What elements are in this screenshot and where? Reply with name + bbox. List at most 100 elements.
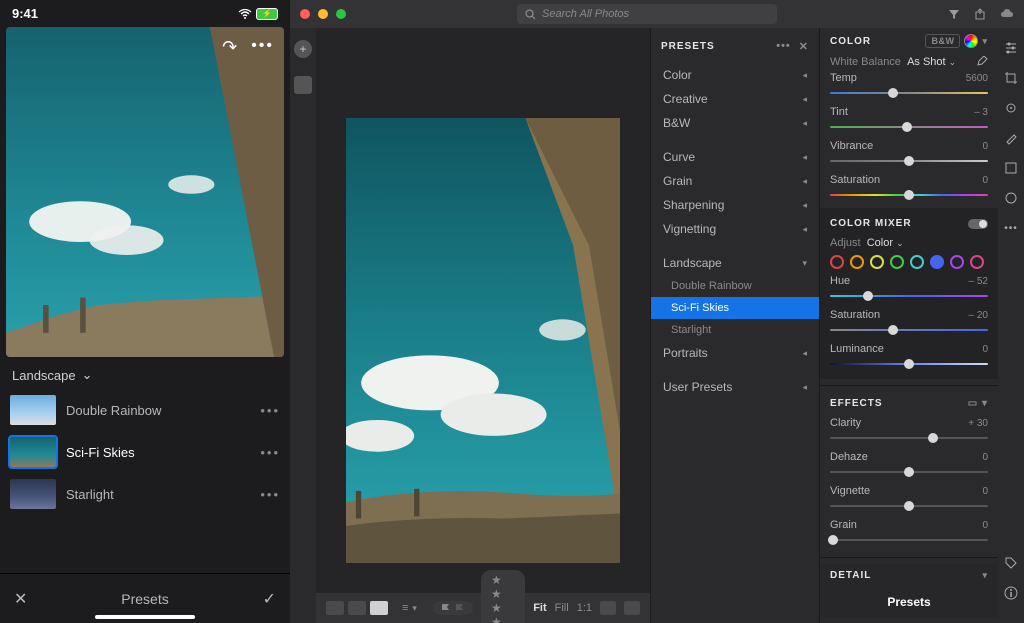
preset-starlight[interactable]: Starlight [651, 319, 819, 341]
window-zoom-icon[interactable] [336, 9, 346, 19]
tag-icon[interactable] [1003, 555, 1019, 571]
compare-button[interactable] [624, 601, 640, 615]
square-view-button[interactable] [348, 601, 366, 615]
dehaze-slider[interactable] [830, 465, 988, 479]
color-chip[interactable] [964, 34, 978, 48]
fill-button[interactable]: Fill [555, 602, 569, 614]
tint-slider[interactable] [830, 120, 988, 134]
swatch-aqua[interactable] [910, 255, 924, 269]
canvas-photo[interactable] [346, 118, 620, 563]
mix-sat-slider[interactable] [830, 323, 988, 337]
saturation-slider[interactable] [830, 188, 988, 202]
swatch-red[interactable] [830, 255, 844, 269]
radial-gradient-icon[interactable] [1003, 190, 1019, 206]
window-close-icon[interactable] [300, 9, 310, 19]
preset-group-curve[interactable]: Curve◂ [651, 145, 819, 169]
mobile-preset-list: Double Rainbow ••• Sci-Fi Skies ••• Star… [0, 389, 290, 573]
wb-value[interactable]: As Shot [907, 56, 946, 68]
mixer-toggle[interactable] [968, 219, 988, 229]
one-to-one-button[interactable]: 1:1 [577, 602, 592, 614]
swatch-blue[interactable] [930, 255, 944, 269]
preset-group-portraits[interactable]: Portraits◂ [651, 341, 819, 365]
clarity-slider[interactable] [830, 431, 988, 445]
search-icon [525, 9, 536, 20]
crop-icon[interactable] [1003, 70, 1019, 86]
mobile-photo-preview[interactable]: ↷ ••• [6, 27, 284, 357]
fit-button[interactable]: Fit [533, 602, 546, 614]
vibrance-slider[interactable] [830, 154, 988, 168]
cloud-icon[interactable] [1000, 9, 1014, 19]
vignette-slider[interactable] [830, 499, 988, 513]
sliders-icon[interactable] [1003, 40, 1019, 56]
linear-gradient-icon[interactable] [1003, 160, 1019, 176]
close-icon[interactable]: ✕ [14, 589, 27, 609]
chevron-down-icon[interactable]: ▾ [982, 570, 988, 581]
adjust-value[interactable]: Color [867, 237, 893, 249]
preset-group-color[interactable]: Color◂ [651, 63, 819, 87]
preset-more-icon[interactable]: ••• [260, 445, 280, 460]
preset-sci-fi-skies[interactable]: Sci-Fi Skies [651, 297, 819, 319]
preset-double-rainbow[interactable]: Double Rainbow [651, 275, 819, 297]
hue-slider[interactable] [830, 289, 988, 303]
bw-chip[interactable]: B&W [925, 34, 960, 48]
caret-left-icon: ◂ [802, 382, 807, 393]
flag-pill[interactable] [433, 601, 473, 615]
preset-group-user[interactable]: User Presets◂ [651, 375, 819, 399]
window-minimize-icon[interactable] [318, 9, 328, 19]
effects-menu-icon[interactable]: ▭ ▾ [968, 398, 988, 409]
chevron-down-icon: ⌄ [949, 57, 957, 67]
presets-close-icon[interactable]: ✕ [799, 40, 809, 53]
redo-icon[interactable]: ↷ [222, 37, 237, 58]
preset-double-rainbow[interactable]: Double Rainbow ••• [0, 389, 290, 431]
preset-more-icon[interactable]: ••• [260, 487, 280, 502]
rating-pill[interactable]: ★ ★ ★ ★ ★ [481, 570, 525, 623]
presets-panel: PRESETS ••• ✕ Color◂ Creative◂ B&W◂ Curv… [650, 28, 820, 623]
swatch-yellow[interactable] [870, 255, 884, 269]
temp-value: 5600 [966, 73, 988, 84]
search-input[interactable]: Search All Photos [517, 4, 777, 24]
preset-starlight[interactable]: Starlight ••• [0, 473, 290, 515]
preset-group-landscape[interactable]: Landscape▾ [651, 251, 819, 275]
presets-more-icon[interactable]: ••• [776, 40, 791, 53]
swatch-magenta[interactable] [970, 255, 984, 269]
detail-view-button[interactable] [370, 601, 388, 615]
swatch-orange[interactable] [850, 255, 864, 269]
filter-icon[interactable] [948, 8, 960, 20]
temp-slider[interactable] [830, 86, 988, 100]
add-button[interactable]: + [294, 40, 312, 58]
more-icon[interactable]: ••• [1003, 220, 1019, 236]
reject-icon [455, 603, 465, 613]
edit-presets-footer[interactable]: Presets [820, 587, 998, 617]
preset-group-bw[interactable]: B&W◂ [651, 111, 819, 135]
chevron-down-icon[interactable]: ▾ [982, 36, 988, 47]
lightroom-desktop: Search All Photos + [290, 0, 1024, 623]
heal-icon[interactable] [1003, 100, 1019, 116]
preset-label: Starlight [66, 487, 114, 502]
share-icon[interactable] [974, 8, 986, 20]
swatch-green[interactable] [890, 255, 904, 269]
more-icon[interactable]: ••• [251, 37, 274, 58]
mobile-status-bar: 9:41 ⚡ [0, 0, 290, 27]
preset-group-vignetting[interactable]: Vignetting◂ [651, 217, 819, 241]
check-icon[interactable]: ✓ [263, 589, 276, 609]
grid-view-button[interactable] [326, 601, 344, 615]
lum-slider[interactable] [830, 357, 988, 371]
sort-group[interactable]: ≡▾ [402, 602, 417, 614]
preset-category-header[interactable]: Landscape ⌄ [0, 357, 290, 389]
swatch-purple[interactable] [950, 255, 964, 269]
preset-group-creative[interactable]: Creative◂ [651, 87, 819, 111]
adjust-label: Adjust [830, 237, 861, 249]
eyedropper-icon[interactable] [976, 56, 988, 68]
filmstrip-button[interactable] [600, 601, 616, 615]
wifi-icon [238, 9, 252, 19]
preset-group-sharpening[interactable]: Sharpening◂ [651, 193, 819, 217]
lum-label: Luminance [830, 343, 884, 355]
grid-button[interactable] [294, 76, 312, 94]
info-icon[interactable] [1003, 585, 1019, 601]
preset-more-icon[interactable]: ••• [260, 403, 280, 418]
brush-icon[interactable] [1003, 130, 1019, 146]
grain-slider[interactable] [830, 533, 988, 547]
preset-group-grain[interactable]: Grain◂ [651, 169, 819, 193]
preset-sci-fi-skies[interactable]: Sci-Fi Skies ••• [0, 431, 290, 473]
home-indicator [95, 615, 195, 619]
